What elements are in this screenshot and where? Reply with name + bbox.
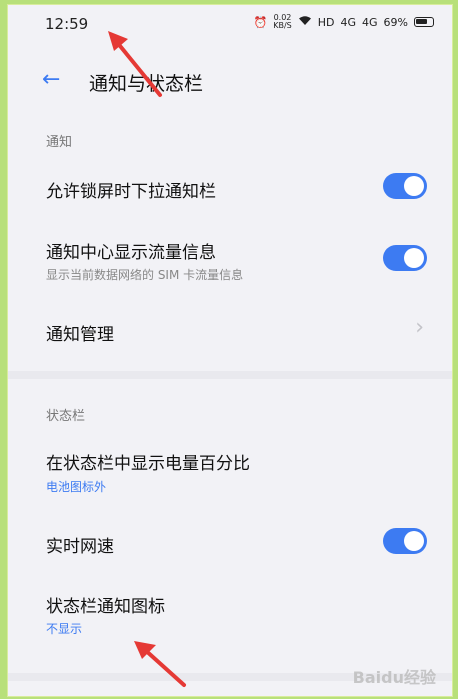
back-arrow-icon[interactable]: ←: [42, 67, 60, 92]
toggle-traffic[interactable]: [383, 245, 427, 271]
chevron-right-icon: ›: [415, 315, 424, 340]
page-title: 通知与状态栏: [89, 73, 204, 95]
row-traffic-title: 通知中心显示流量信息: [46, 243, 216, 263]
status-time: 12:59: [45, 15, 89, 33]
row-battery-title: 在状态栏中显示电量百分比: [46, 454, 250, 474]
status-bar: 12:59 ⏰ 0.02 KB/S HD 4G 4G 69%: [8, 5, 452, 45]
signal-1: 4G: [340, 15, 357, 29]
phone-screen: 12:59 ⏰ 0.02 KB/S HD 4G 4G 69% ← 通知与状态栏 …: [7, 4, 453, 697]
wifi-icon: [298, 15, 312, 29]
toggle-allow-lock[interactable]: [383, 173, 427, 199]
alarm-icon: ⏰: [253, 15, 268, 29]
row-notify-manage-title: 通知管理: [46, 325, 114, 345]
watermark: Baidu经验: [352, 668, 436, 687]
arrow-annotation-bottom: [134, 641, 186, 687]
status-icons: ⏰ 0.02 KB/S HD 4G 4G 69%: [254, 14, 434, 30]
page-header: ← 通知与状态栏: [8, 57, 452, 107]
section-label-notify: 通知: [46, 135, 73, 150]
signal-2: 4G: [362, 15, 378, 29]
battery-percent: 69%: [383, 15, 408, 29]
toggle-net-speed[interactable]: [383, 528, 427, 554]
row-allow-lock-title: 允许锁屏时下拉通知栏: [46, 182, 216, 202]
section-divider: [8, 371, 452, 379]
battery-icon: [414, 17, 434, 27]
row-battery-value: 电池图标外: [46, 480, 107, 494]
row-traffic-sub: 显示当前数据网络的 SIM 卡流量信息: [46, 268, 244, 282]
net-speed: 0.02 KB/S: [273, 13, 292, 30]
row-net-speed-title: 实时网速: [46, 537, 114, 557]
row-notif-icon-title: 状态栏通知图标: [46, 597, 165, 617]
section-label-statusbar: 状态栏: [46, 409, 86, 424]
row-notif-icon-value: 不显示: [46, 622, 83, 636]
hd-label: HD: [317, 15, 335, 29]
